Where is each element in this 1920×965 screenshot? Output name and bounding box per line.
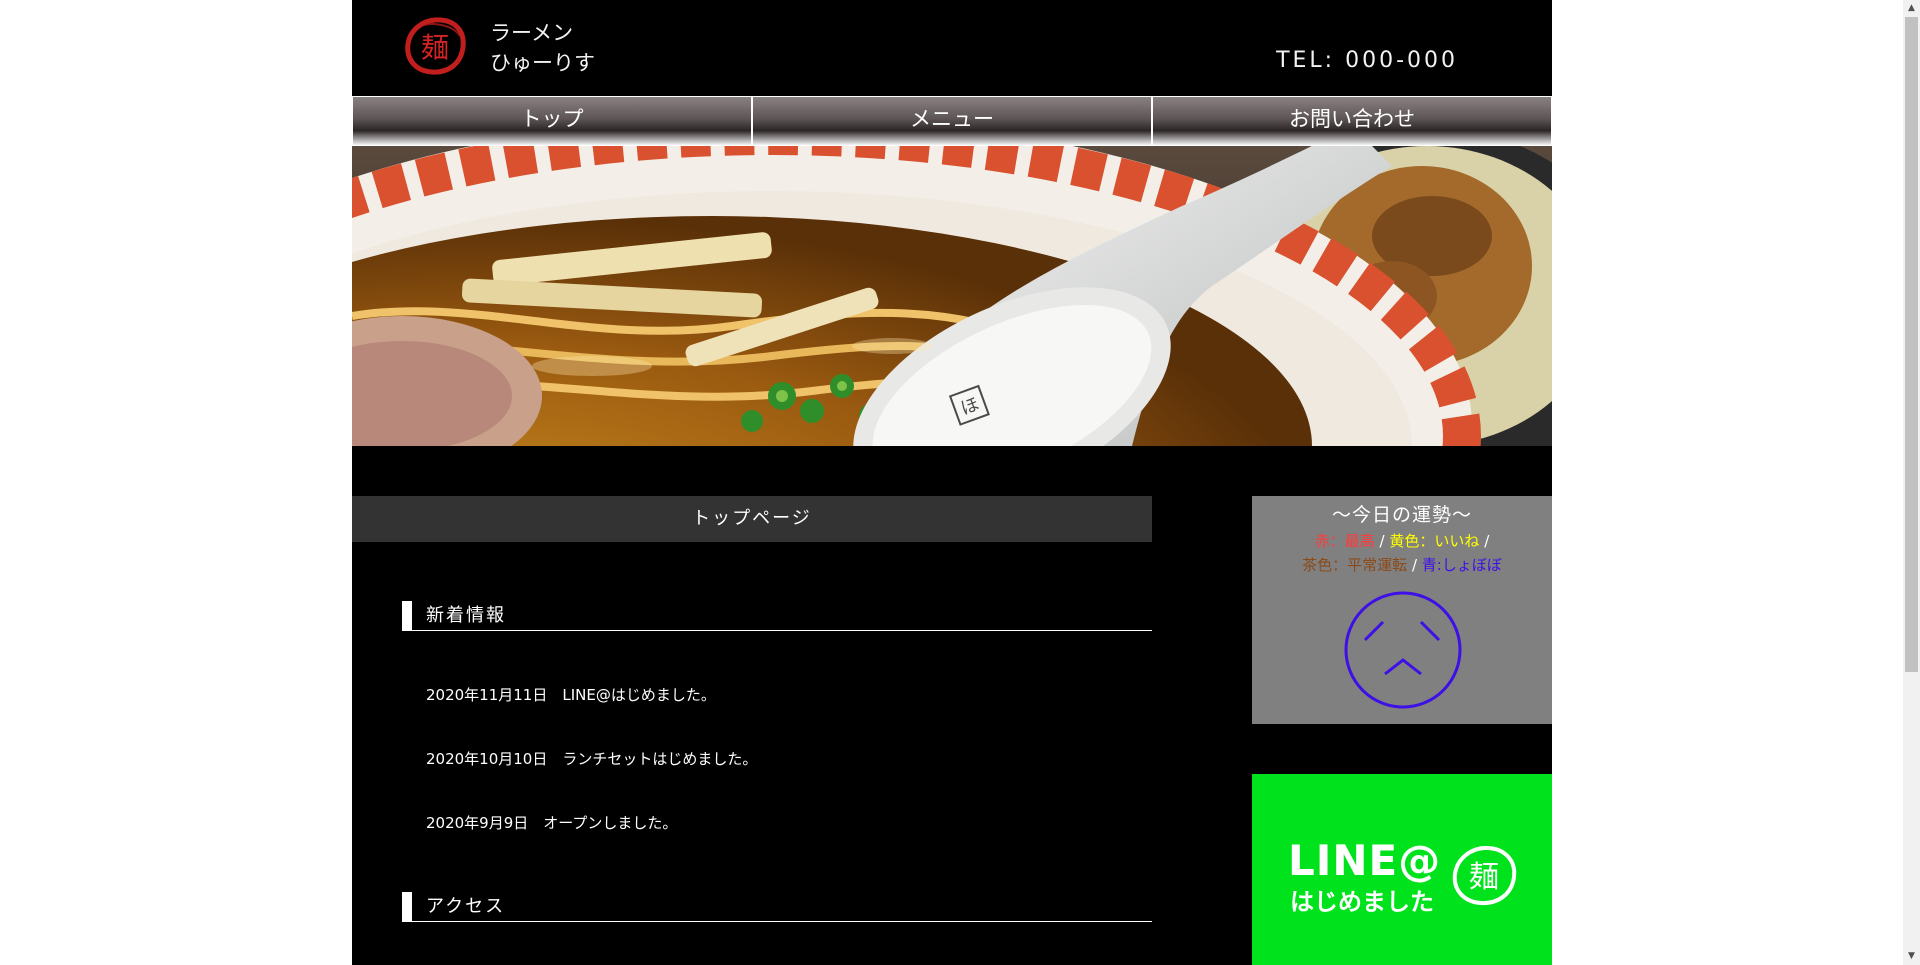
access-heading: アクセス xyxy=(402,892,1152,922)
shop-name-line2: ひゅーりす xyxy=(490,51,595,75)
news-item: 2020年9月9日 オープンしました。 xyxy=(426,814,678,832)
page-title: トップページ xyxy=(352,496,1152,542)
line-banner-subtitle: はじめました xyxy=(1290,888,1434,916)
news-heading: 新着情報 xyxy=(402,601,1152,631)
legend-brown: 茶色：平常運転 xyxy=(1302,556,1408,574)
hero-ramen-image: ほ xyxy=(352,146,1552,446)
nav-item-top[interactable]: トップ xyxy=(352,96,752,146)
shop-name[interactable]: ラーメン ひゅーりす xyxy=(490,18,595,78)
legend-red: 赤：最高 xyxy=(1314,532,1375,550)
legend-blue: 青:しょぼぼ xyxy=(1421,556,1502,574)
scroll-thumb[interactable] xyxy=(1905,17,1918,672)
fortune-legend: 赤：最高 / 黄色：いいね / 茶色：平常運転 / 青:しょぼぼ xyxy=(1252,529,1552,577)
legend-separator: / xyxy=(1411,556,1417,574)
line-logo-char: 麺 xyxy=(1469,860,1499,895)
noodle-logo-icon: 麺 xyxy=(1448,844,1520,908)
tel-number: TEL: 000-000 xyxy=(1276,48,1458,73)
nav-item-menu[interactable]: メニュー xyxy=(752,96,1152,146)
page-scrollbar[interactable]: ▲ ▼ xyxy=(1903,0,1920,965)
legend-yellow: 黄色：いいね xyxy=(1389,532,1480,550)
nav-item-contact[interactable]: お問い合わせ xyxy=(1152,96,1552,146)
scroll-down-arrow-icon[interactable]: ▼ xyxy=(1903,948,1920,965)
global-nav: トップ メニュー お問い合わせ xyxy=(352,96,1552,146)
legend-separator: / xyxy=(1379,532,1385,550)
fortune-face-icon[interactable] xyxy=(1343,590,1463,710)
news-item: 2020年11月11日 LINE@はじめました。 xyxy=(426,686,716,704)
scroll-up-arrow-icon[interactable]: ▲ xyxy=(1903,0,1920,17)
logo-char: 麺 xyxy=(421,31,449,64)
fortune-widget: 〜今日の運勢〜 赤：最高 / 黄色：いいね / 茶色：平常運転 / 青:しょぼぼ xyxy=(1252,496,1552,724)
noodle-logo-icon[interactable]: 麺 xyxy=(402,16,468,76)
site-header: 麺 ラーメン ひゅーりす TEL: 000-000 xyxy=(352,0,1552,96)
fortune-title: 〜今日の運勢〜 xyxy=(1331,504,1472,526)
legend-separator: / xyxy=(1484,532,1490,550)
line-banner[interactable]: LINE@ はじめました 麺 xyxy=(1252,774,1552,965)
shop-name-line1: ラーメン xyxy=(490,21,574,45)
line-banner-title: LINE@ xyxy=(1288,836,1442,885)
news-item: 2020年10月10日 ランチセットはじめました。 xyxy=(426,750,758,768)
page: 麺 ラーメン ひゅーりす TEL: 000-000 トップ メニュー お問い合わ… xyxy=(352,0,1552,965)
